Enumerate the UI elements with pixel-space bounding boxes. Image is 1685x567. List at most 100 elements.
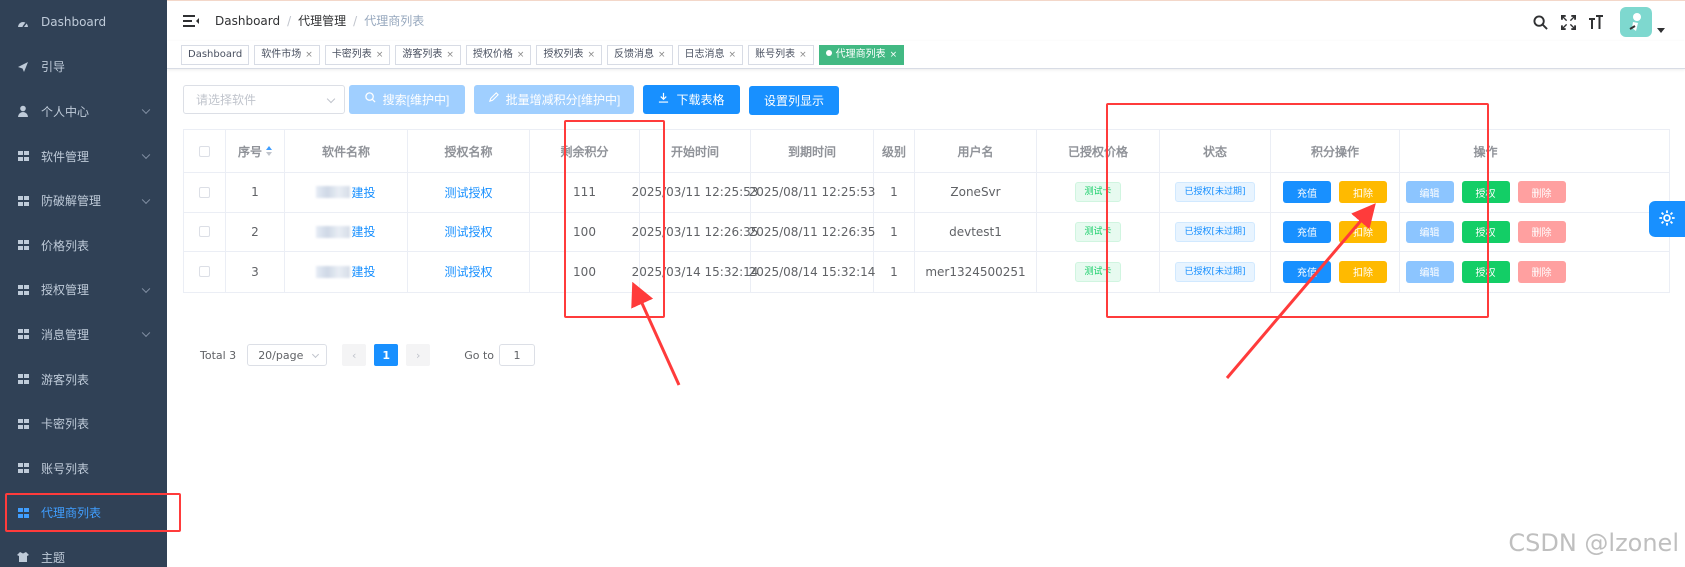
grid-icon <box>17 418 29 430</box>
hamburger-icon[interactable] <box>183 14 199 27</box>
close-icon[interactable]: × <box>729 50 737 60</box>
fullscreen-icon[interactable] <box>1560 14 1576 30</box>
column-header-label: 级别 <box>881 144 906 159</box>
row-checkbox[interactable] <box>199 226 210 238</box>
delete-button[interactable]: 删除 <box>1517 220 1566 243</box>
breadcrumb-agent-management[interactable]: 代理管理 <box>298 12 346 29</box>
next-page-button[interactable]: › <box>406 344 431 366</box>
select-all-cell <box>184 130 226 172</box>
page-number-current[interactable]: 1 <box>374 344 399 366</box>
grid-icon <box>17 507 29 519</box>
delete-button[interactable]: 删除 <box>1517 181 1566 204</box>
software-name-link[interactable]: 建投 <box>351 184 375 201</box>
column-header-label: 序号 <box>237 144 262 159</box>
tag-label: 游客列表 <box>402 48 443 60</box>
tag-2[interactable]: 卡密列表 × <box>324 44 391 65</box>
sort-icon[interactable] <box>266 146 272 156</box>
avatar-dropdown-icon[interactable] <box>1657 27 1665 33</box>
auth-name-link[interactable]: 测试授权 <box>444 223 492 240</box>
settings-panel-toggle[interactable] <box>1649 201 1685 237</box>
blurred-text <box>316 265 351 278</box>
column-header-label: 软件名称 <box>321 144 370 159</box>
tag-9[interactable]: 代理商列表 × <box>818 44 905 65</box>
auth-name-link[interactable]: 测试授权 <box>444 263 492 280</box>
sidebar-item[interactable]: 价格列表 <box>0 223 167 268</box>
column-header: 到期时间 <box>751 130 874 172</box>
page-size-value: 20/page <box>258 348 304 362</box>
row-checkbox[interactable] <box>199 266 210 278</box>
sidebar-item[interactable]: 卡密列表 <box>0 401 167 446</box>
close-icon[interactable]: × <box>799 50 807 60</box>
sidebar-item-label: 个人中心 <box>41 104 90 119</box>
tag-5[interactable]: 授权列表 × <box>536 44 602 65</box>
user-icon <box>17 105 29 118</box>
sidebar-item-label: 软件管理 <box>41 149 90 164</box>
close-icon[interactable]: × <box>890 50 898 60</box>
sidebar-item[interactable]: Dashboard <box>0 0 167 45</box>
row-checkbox[interactable] <box>199 186 210 198</box>
software-select[interactable]: 请选择软件 <box>183 84 345 114</box>
grid-icon <box>17 328 29 340</box>
batch-points-button[interactable]: 批量增减积分[维护中] <box>474 84 634 114</box>
tag-4[interactable]: 授权价格 × <box>465 44 532 65</box>
prev-page-button[interactable]: ‹ <box>342 344 367 366</box>
end-time: 2025/08/11 12:26:35 <box>748 224 876 239</box>
font-size-icon[interactable] <box>1588 14 1604 30</box>
download-table-button[interactable]: 下载表格 <box>643 84 740 114</box>
tag-label: 代理商列表 <box>835 48 886 60</box>
sidebar-item[interactable]: 主题 <box>0 535 167 567</box>
sidebar-item[interactable]: 授权管理 <box>0 268 167 313</box>
column-settings-button[interactable]: 设置列显示 <box>749 86 839 115</box>
sidebar-item[interactable]: 账号列表 <box>0 446 167 491</box>
auth-name-cell: 测试授权 <box>408 173 530 212</box>
grid-icon <box>17 195 29 207</box>
close-icon[interactable]: × <box>587 50 595 60</box>
goto-label: Go to <box>464 348 494 362</box>
username-cell: ZoneSvr <box>915 173 1037 212</box>
sidebar-item[interactable]: 防破解管理 <box>0 178 167 223</box>
search-icon[interactable] <box>1532 14 1548 30</box>
software-name-link[interactable]: 建投 <box>351 263 375 280</box>
tag-label: 软件市场 <box>261 48 302 60</box>
page-size-select[interactable]: 20/page <box>247 344 328 366</box>
column-header-label: 到期时间 <box>787 144 836 159</box>
close-icon[interactable]: × <box>305 50 313 60</box>
tag-1[interactable]: 软件市场 × <box>254 44 320 65</box>
sidebar-item[interactable]: 代理商列表 <box>0 491 181 536</box>
send-icon <box>17 61 29 73</box>
column-header[interactable]: 序号 <box>226 130 285 172</box>
close-icon[interactable]: × <box>376 50 384 60</box>
sidebar-item[interactable]: 游客列表 <box>0 357 167 402</box>
close-icon[interactable]: × <box>517 50 525 60</box>
level-cell: 1 <box>874 212 915 251</box>
tag-8[interactable]: 账号列表 × <box>748 44 814 65</box>
sidebar-item[interactable]: 消息管理 <box>0 312 167 357</box>
delete-button[interactable]: 删除 <box>1517 260 1566 283</box>
sidebar-item[interactable]: 引导 <box>0 45 167 90</box>
column-header: 级别 <box>874 130 915 172</box>
avatar[interactable] <box>1620 7 1652 37</box>
sidebar: Dashboard 引导个人中心软件管理防破解管理 价格列表 授权管理 消息管理 游客列表… <box>0 0 181 567</box>
close-icon[interactable]: × <box>446 50 454 60</box>
row-select-cell <box>184 173 226 212</box>
username: mer1324500251 <box>925 264 1026 279</box>
column-header-label: 用户名 <box>957 144 994 159</box>
tag-6[interactable]: 反馈消息 × <box>607 44 673 65</box>
sidebar-item-label: 卡密列表 <box>41 417 90 432</box>
software-select-placeholder: 请选择软件 <box>196 92 257 107</box>
sidebar-item[interactable]: 个人中心 <box>0 89 167 134</box>
goto-page-input[interactable]: 1 <box>498 344 535 366</box>
level: 1 <box>890 224 898 239</box>
search-button[interactable]: 搜索[维护中] <box>349 84 465 114</box>
breadcrumb-home[interactable]: Dashboard <box>215 14 280 28</box>
annotation-box-actions <box>1106 103 1489 318</box>
tag-7[interactable]: 日志消息 × <box>677 44 744 65</box>
select-all-checkbox[interactable] <box>199 145 210 157</box>
software-name-link[interactable]: 建投 <box>351 223 375 240</box>
breadcrumb-current: 代理商列表 <box>364 14 425 28</box>
auth-name-link[interactable]: 测试授权 <box>444 184 492 201</box>
tag-3[interactable]: 游客列表 × <box>395 44 461 65</box>
close-icon[interactable]: × <box>658 50 666 60</box>
sidebar-item[interactable]: 软件管理 <box>0 134 167 179</box>
tag-0[interactable]: Dashboard <box>181 44 250 65</box>
